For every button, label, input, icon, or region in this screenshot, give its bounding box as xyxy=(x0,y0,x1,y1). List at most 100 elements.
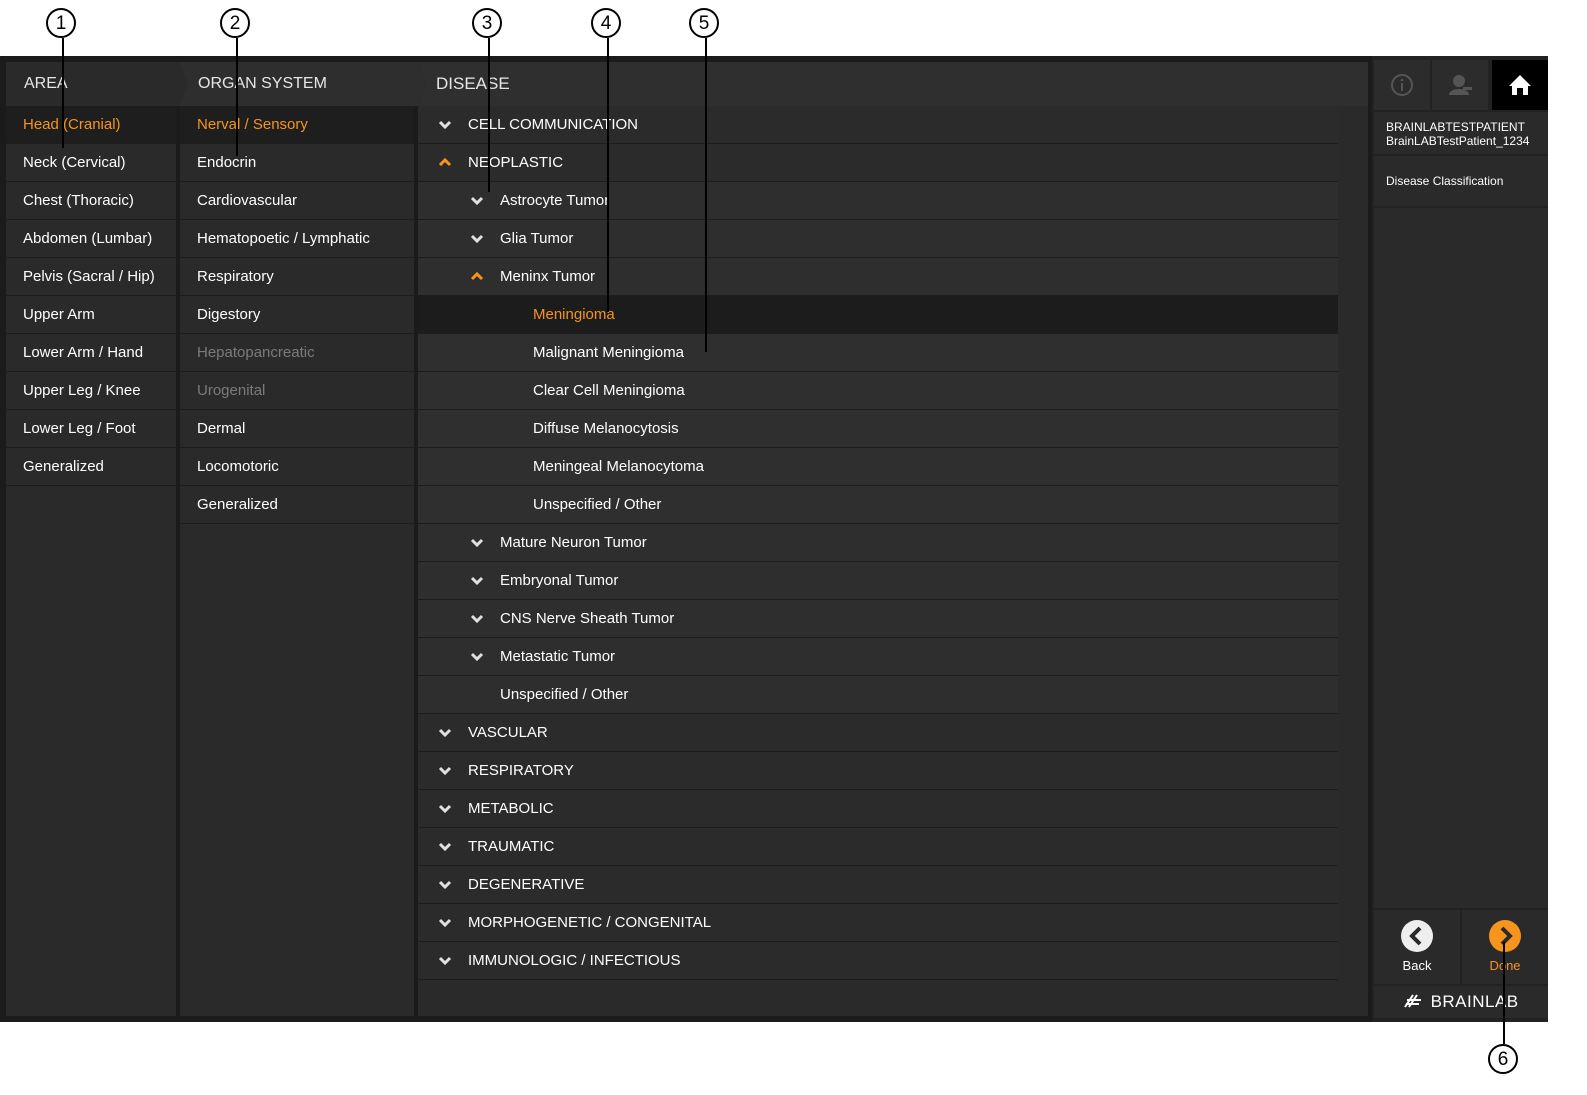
area-item[interactable]: Neck (Cervical) xyxy=(6,144,176,182)
chevron-down-icon[interactable] xyxy=(470,638,486,675)
area-item[interactable]: Upper Leg / Knee xyxy=(6,372,176,410)
disease-item[interactable]: NEOPLASTIC xyxy=(418,144,1338,182)
user-icon xyxy=(1449,75,1472,95)
patient-info: BRAINLABTESTPATIENT BrainLABTestPatient_… xyxy=(1374,112,1548,154)
chevron-up-icon[interactable] xyxy=(438,144,454,181)
patient-name: BRAINLABTESTPATIENT xyxy=(1386,120,1525,134)
disease-item[interactable]: RESPIRATORY xyxy=(418,752,1338,790)
disease-item[interactable]: Astrocyte Tumor xyxy=(418,182,1338,220)
area-item[interactable]: Abdomen (Lumbar) xyxy=(6,220,176,258)
disease-item[interactable]: Meningioma xyxy=(418,296,1338,334)
home-button[interactable] xyxy=(1492,60,1548,110)
chevron-down-icon[interactable] xyxy=(438,828,454,865)
back-circle-icon xyxy=(1401,920,1433,952)
disease-item-label: DEGENERATIVE xyxy=(468,876,585,893)
organ-system-item: Hepatopancreatic xyxy=(180,334,414,372)
disease-item[interactable]: Embryonal Tumor xyxy=(418,562,1338,600)
disease-item-label: Unspecified / Other xyxy=(533,496,662,513)
organ-system-list: Nerval / Sensory Endocrin Cardiovascular He… xyxy=(180,106,414,1016)
disease-item-label: MORPHOGENETIC / CONGENITAL xyxy=(468,914,712,931)
area-list: Head (Cranial) Neck (Cervical) Chest (Thor… xyxy=(6,106,176,1016)
chevron-down-icon[interactable] xyxy=(438,790,454,827)
disease-item[interactable]: Unspecified / Other xyxy=(418,486,1338,524)
organ-system-item[interactable]: Respiratory xyxy=(180,258,414,296)
organ-system-item[interactable]: Generalized xyxy=(180,486,414,524)
organ-system-item[interactable]: Locomotoric xyxy=(180,448,414,486)
disease-item-label: Glia Tumor xyxy=(500,230,574,247)
chevron-down-icon[interactable] xyxy=(438,106,454,143)
callout-marker: 6 xyxy=(1488,1044,1518,1074)
disease-item[interactable]: Metastatic Tumor xyxy=(418,638,1338,676)
disease-item-label: RESPIRATORY xyxy=(468,762,574,779)
chevron-down-icon[interactable] xyxy=(470,220,486,257)
area-item[interactable]: Lower Arm / Hand xyxy=(6,334,176,372)
info-button[interactable] xyxy=(1374,60,1430,110)
disease-item[interactable]: Unspecified / Other xyxy=(418,676,1338,714)
disease-tree: CELL COMMUNICATION NEOPLASTIC Astrocyte Tu… xyxy=(418,106,1368,1016)
app-window: AREA ORGAN SYSTEM DISEASE Head (Cranial)… xyxy=(0,56,1548,1022)
disease-item[interactable]: Meninx Tumor xyxy=(418,258,1338,296)
disease-item-label: TRAUMATIC xyxy=(468,838,555,855)
done-circle-icon xyxy=(1489,920,1521,952)
organ-system-item[interactable]: Endocrin xyxy=(180,144,414,182)
brainlab-logo-text: BRAINLAB xyxy=(1430,992,1519,1011)
disease-item[interactable]: MORPHOGENETIC / CONGENITAL xyxy=(418,904,1338,942)
chevron-down-icon[interactable] xyxy=(470,562,486,599)
done-button[interactable]: Done xyxy=(1462,910,1548,984)
area-item[interactable]: Chest (Thoracic) xyxy=(6,182,176,220)
disease-item[interactable]: CELL COMMUNICATION xyxy=(418,106,1338,144)
user-button[interactable] xyxy=(1432,60,1488,110)
disease-item[interactable]: Meningeal Melanocytoma xyxy=(418,448,1338,486)
organ-system-item[interactable]: Dermal xyxy=(180,410,414,448)
callout-marker: 5 xyxy=(689,8,719,38)
disease-item[interactable]: Mature Neuron Tumor xyxy=(418,524,1338,562)
callout-marker: 3 xyxy=(472,8,502,38)
area-item[interactable]: Upper Arm xyxy=(6,296,176,334)
area-item[interactable]: Head (Cranial) xyxy=(6,106,176,144)
callout-marker: 2 xyxy=(220,8,250,38)
disease-item-label: Clear Cell Meningioma xyxy=(533,382,685,399)
disease-item[interactable]: Diffuse Melanocytosis xyxy=(418,410,1338,448)
chevron-down-icon[interactable] xyxy=(438,714,454,751)
disease-item[interactable]: IMMUNOLOGIC / INFECTIOUS xyxy=(418,942,1338,980)
disease-item-label: Malignant Meningioma xyxy=(533,344,684,361)
disease-item[interactable]: TRAUMATIC xyxy=(418,828,1338,866)
chevron-down-icon[interactable] xyxy=(470,524,486,561)
disease-item[interactable]: CNS Nerve Sheath Tumor xyxy=(418,600,1338,638)
right-panel-body xyxy=(1374,208,1548,908)
chevron-down-icon[interactable] xyxy=(438,866,454,903)
chevron-up-icon[interactable] xyxy=(470,258,486,295)
organ-system-item[interactable]: Digestory xyxy=(180,296,414,334)
chevron-down-icon[interactable] xyxy=(470,182,486,219)
disease-item[interactable]: DEGENERATIVE xyxy=(418,866,1338,904)
back-label: Back xyxy=(1402,958,1432,973)
callout-marker: 1 xyxy=(46,8,76,38)
disease-item[interactable]: Malignant Meningioma xyxy=(418,334,1338,372)
organ-system-item[interactable]: Nerval / Sensory xyxy=(180,106,414,144)
organ-system-item[interactable]: Cardiovascular xyxy=(180,182,414,220)
chevron-down-icon[interactable] xyxy=(470,600,486,637)
area-item[interactable]: Pelvis (Sacral / Hip) xyxy=(6,258,176,296)
disease-item-label: METABOLIC xyxy=(468,800,554,817)
disease-item[interactable]: Clear Cell Meningioma xyxy=(418,372,1338,410)
area-item[interactable]: Generalized xyxy=(6,448,176,486)
disease-item-label: Meningeal Melanocytoma xyxy=(533,458,704,475)
chevron-down-icon[interactable] xyxy=(438,904,454,941)
disease-item-label: Meninx Tumor xyxy=(500,268,596,285)
patient-id: BrainLABTestPatient_1234 xyxy=(1386,134,1530,148)
disease-item-label: IMMUNOLOGIC / INFECTIOUS xyxy=(468,952,681,969)
disease-item[interactable]: METABOLIC xyxy=(418,790,1338,828)
area-item[interactable]: Lower Leg / Foot xyxy=(6,410,176,448)
chevron-down-icon[interactable] xyxy=(438,942,454,979)
disease-item-label: Metastatic Tumor xyxy=(500,648,616,665)
disease-item-label: Meningioma xyxy=(533,306,615,323)
chevron-down-icon[interactable] xyxy=(438,752,454,789)
brainlab-logo-icon xyxy=(1404,994,1422,1008)
organ-system-item[interactable]: Hematopoetic / Lymphatic xyxy=(180,220,414,258)
disease-item[interactable]: Glia Tumor xyxy=(418,220,1338,258)
disease-item-label: CNS Nerve Sheath Tumor xyxy=(500,610,675,627)
organ-system-header: ORGAN SYSTEM xyxy=(180,62,426,106)
area-header: AREA xyxy=(6,62,190,106)
disease-item[interactable]: VASCULAR xyxy=(418,714,1338,752)
back-button[interactable]: Back xyxy=(1374,910,1460,984)
